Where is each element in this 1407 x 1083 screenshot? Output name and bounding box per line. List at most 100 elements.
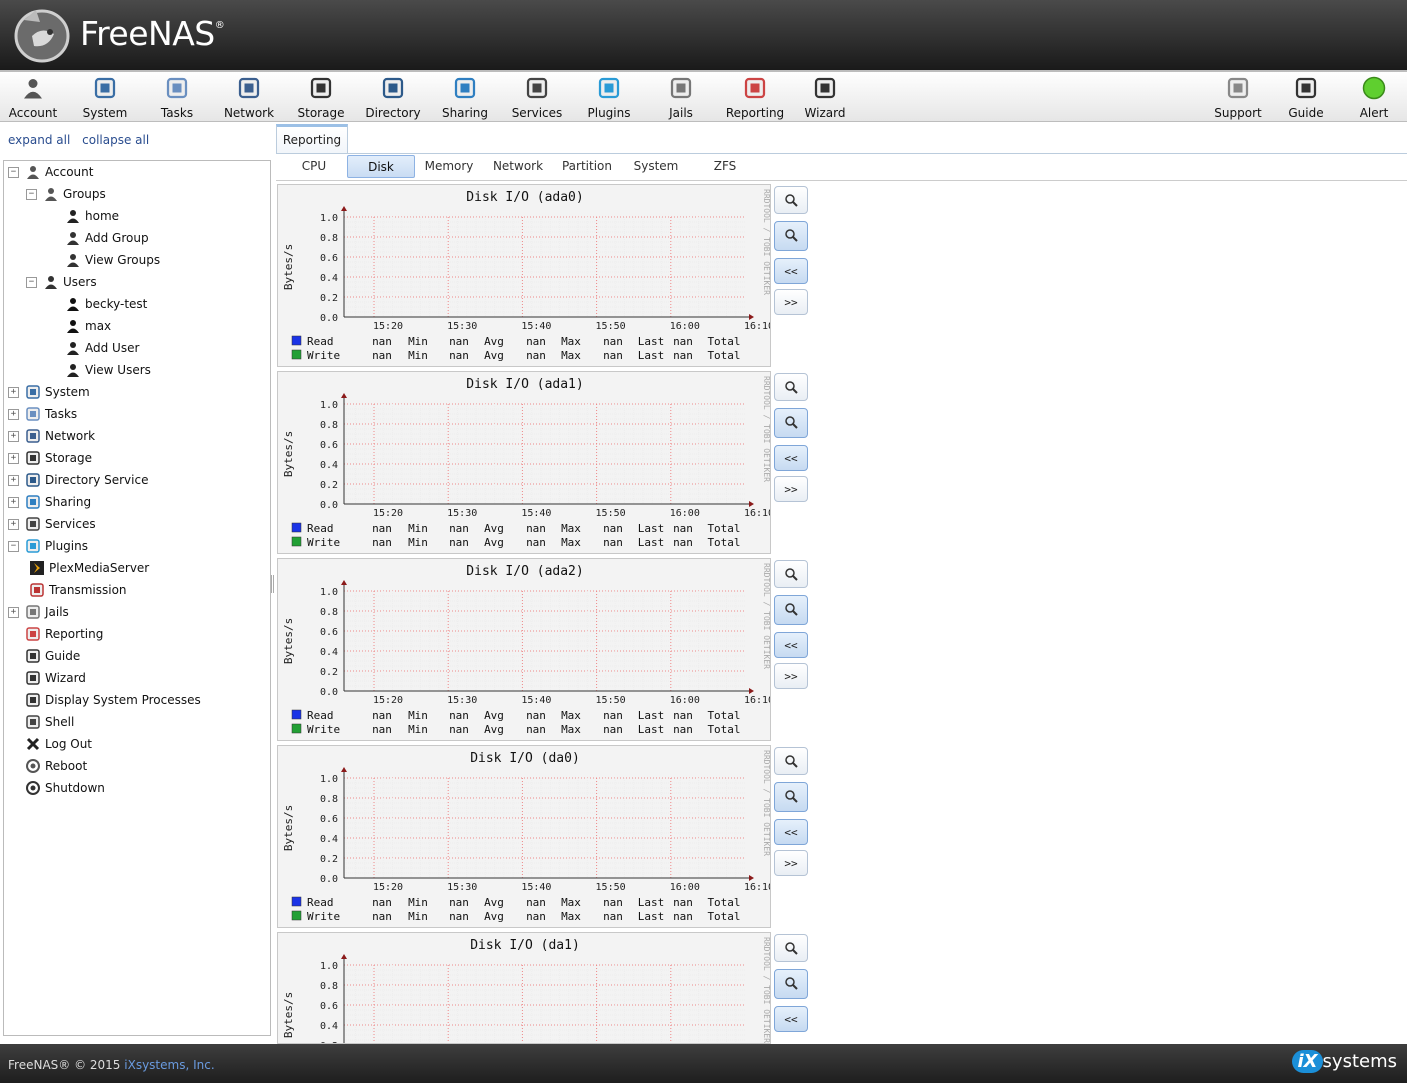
tree-item-users[interactable]: − Users <box>26 272 97 292</box>
zoom-in-button[interactable] <box>774 373 808 401</box>
tree-item-guide[interactable]: Guide <box>8 646 80 666</box>
toolbar-directory-button[interactable]: Directory <box>358 76 428 122</box>
subtab-system[interactable]: System <box>622 155 690 178</box>
tab-reporting[interactable]: Reporting <box>276 124 348 154</box>
toolbar-tasks-button[interactable]: Tasks <box>142 76 212 122</box>
forward-button[interactable]: >> <box>774 476 808 502</box>
subtab-cpu[interactable]: CPU <box>280 155 348 178</box>
expand-toggle-icon[interactable]: + <box>8 474 19 486</box>
subtab-network[interactable]: Network <box>484 155 552 178</box>
tree-item-reporting[interactable]: Reporting <box>8 624 103 644</box>
toolbar-storage-button[interactable]: Storage <box>286 76 356 122</box>
tree-item-tasks[interactable]: + Tasks <box>8 404 77 424</box>
graph-canvas: Disk I/O (ada0) 1.0 0.8 0.6 0.4 0.2 0.0 15:20 15… <box>282 189 770 362</box>
subtab-disk[interactable]: Disk <box>347 155 415 178</box>
zoom-in-button[interactable] <box>774 560 808 588</box>
tree-item-add-user[interactable]: Add User <box>44 338 139 358</box>
toolbar-alert-button[interactable]: Alert <box>1339 76 1407 122</box>
storage-icon <box>310 77 332 99</box>
tree-item-storage[interactable]: + Storage <box>8 448 92 468</box>
back-button[interactable]: << <box>774 445 808 471</box>
tree-item-services[interactable]: + Services <box>8 514 96 534</box>
subtab-memory[interactable]: Memory <box>415 155 483 178</box>
toolbar-wizard-button[interactable]: Wizard <box>790 76 860 122</box>
y-tick-label: 0.6 <box>320 814 338 825</box>
tree-item-shutdown[interactable]: Shutdown <box>8 778 105 798</box>
expand-toggle-icon[interactable]: + <box>8 496 19 508</box>
toolbar-reporting-button[interactable]: Reporting <box>722 76 788 122</box>
tree-item-jails[interactable]: + Jails <box>8 602 69 622</box>
tree-item-becky-test[interactable]: becky-test <box>44 294 147 314</box>
x-tick-label: 16:10 <box>744 695 771 706</box>
expand-toggle-icon[interactable]: + <box>8 606 19 618</box>
zoom-out-button[interactable] <box>774 221 808 251</box>
plugins-icon <box>598 77 620 99</box>
toolbar-account-button[interactable]: Account <box>0 76 68 122</box>
expand-toggle-icon[interactable]: + <box>8 408 19 420</box>
zoom-out-button[interactable] <box>774 969 808 999</box>
tree-item-log-out[interactable]: Log Out <box>8 734 92 754</box>
toolbar-guide-button[interactable]: Guide <box>1271 76 1341 122</box>
expand-toggle-icon[interactable]: + <box>8 452 19 464</box>
tree-item-transmission[interactable]: Transmission <box>26 580 127 600</box>
collapse-toggle-icon[interactable]: − <box>26 188 37 200</box>
toolbar-support-button[interactable]: Support <box>1203 76 1273 122</box>
tree-item-add-group[interactable]: Add Group <box>44 228 149 248</box>
tree-item-reboot[interactable]: Reboot <box>8 756 87 776</box>
toolbar-system-button[interactable]: System <box>70 76 140 122</box>
tree-item-view-users[interactable]: View Users <box>44 360 151 380</box>
directory-icon <box>26 473 40 487</box>
zoom-in-button[interactable] <box>774 747 808 775</box>
zoom-out-button[interactable] <box>774 595 808 625</box>
zoom-in-button[interactable] <box>774 934 808 962</box>
collapse-toggle-icon[interactable]: − <box>26 276 37 288</box>
view-groups-icon <box>67 254 79 267</box>
tree-item-account[interactable]: − Account <box>8 162 93 182</box>
tree-item-label: Log Out <box>45 737 93 751</box>
zoom-out-button[interactable] <box>774 782 808 812</box>
y-tick-label: 0.4 <box>320 647 338 658</box>
legend-stat: nan <box>603 349 623 362</box>
tree-item-plugins[interactable]: − Plugins <box>8 536 88 556</box>
tree-item-display-system-processes[interactable]: Display System Processes <box>8 690 201 710</box>
forward-button[interactable]: >> <box>774 663 808 689</box>
tree-item-shell[interactable]: Shell <box>8 712 74 732</box>
collapse-toggle-icon[interactable]: − <box>8 166 19 178</box>
forward-button[interactable]: >> <box>774 850 808 876</box>
toolbar-jails-button[interactable]: Jails <box>646 76 716 122</box>
tree-item-plexmediaserver[interactable]: PlexMediaServer <box>26 558 149 578</box>
account-icon <box>24 79 42 99</box>
legend-stat: Min <box>408 709 428 722</box>
graph-title: Disk I/O (ada2) <box>466 564 583 579</box>
tree-item-sharing[interactable]: + Sharing <box>8 492 91 512</box>
toolbar-sharing-button[interactable]: Sharing <box>430 76 500 122</box>
expand-toggle-icon[interactable]: + <box>8 430 19 442</box>
back-button[interactable]: << <box>774 258 808 284</box>
expand-all-link[interactable]: expand all <box>8 133 70 147</box>
back-button[interactable]: << <box>774 1006 808 1032</box>
zoom-out-button[interactable] <box>774 408 808 438</box>
toolbar-plugins-button[interactable]: Plugins <box>574 76 644 122</box>
tree-item-home[interactable]: home <box>44 206 119 226</box>
forward-button[interactable]: >> <box>774 289 808 315</box>
company-link[interactable]: iXsystems, Inc. <box>124 1058 214 1072</box>
subtab-partition[interactable]: Partition <box>553 155 621 178</box>
collapse-toggle-icon[interactable]: − <box>8 540 19 552</box>
tree-item-wizard[interactable]: Wizard <box>8 668 86 688</box>
tree-item-directory-service[interactable]: + Directory Service <box>8 470 148 490</box>
toolbar-services-button[interactable]: Services <box>502 76 572 122</box>
tree-item-view-groups[interactable]: View Groups <box>44 250 160 270</box>
tree-item-groups[interactable]: − Groups <box>26 184 106 204</box>
expand-toggle-icon[interactable]: + <box>8 386 19 398</box>
back-button[interactable]: << <box>774 819 808 845</box>
tree-item-system[interactable]: + System <box>8 382 90 402</box>
tree-item-network[interactable]: + Network <box>8 426 95 446</box>
zoom-in-button[interactable] <box>774 186 808 214</box>
tree-item-max[interactable]: max <box>44 316 111 336</box>
back-button[interactable]: << <box>774 632 808 658</box>
toolbar-network-button[interactable]: Network <box>214 76 284 122</box>
collapse-all-link[interactable]: collapse all <box>82 133 149 147</box>
panel-splitter-handle[interactable] <box>271 575 274 593</box>
subtab-zfs[interactable]: ZFS <box>691 155 759 178</box>
expand-toggle-icon[interactable]: + <box>8 518 19 530</box>
